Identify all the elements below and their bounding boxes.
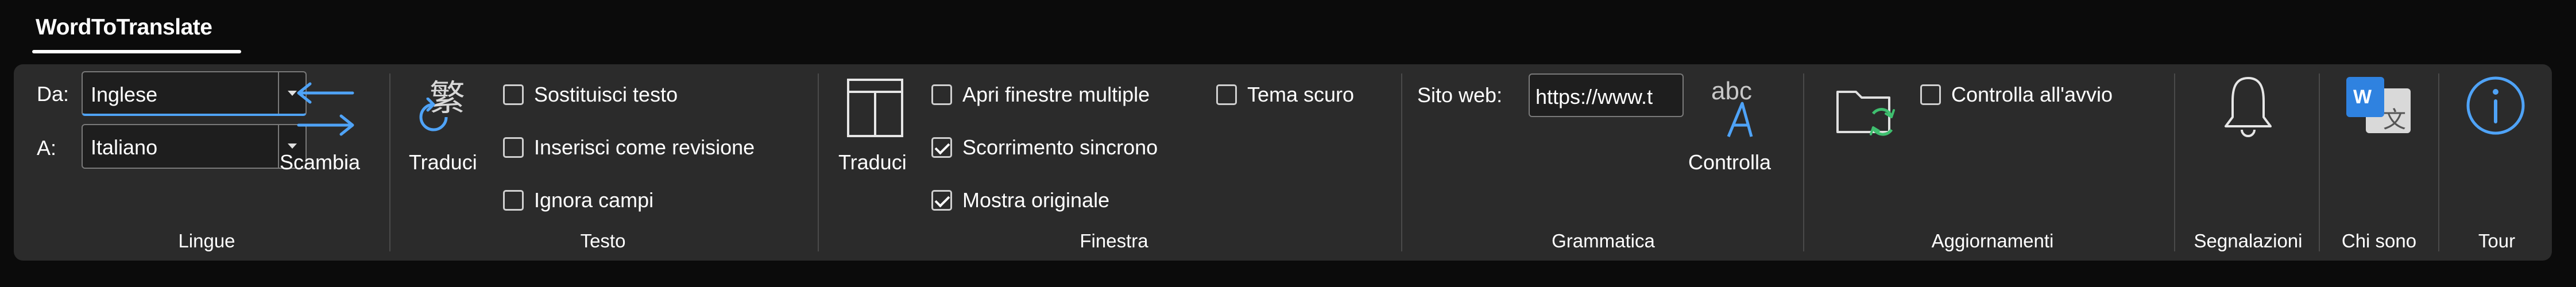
option-controlla-avvio[interactable]: Controlla all'avvio (1920, 83, 2113, 107)
group-label-testo: Testo (580, 230, 626, 251)
option-tema-scuro[interactable]: Tema scuro (1216, 83, 1354, 107)
ribbon-tab-wordtotranslate[interactable]: WordToTranslate (36, 15, 212, 40)
group-separator (818, 73, 819, 251)
window-split-icon[interactable] (846, 78, 904, 138)
chinese-translate-icon[interactable]: 繁 (413, 69, 488, 138)
inserisci-revisione-label: Inserisci come revisione (534, 135, 755, 159)
ignora-campi-label: Ignora campi (534, 188, 654, 212)
from-language-select[interactable]: Inglese (82, 71, 307, 116)
group-label-lingue: Lingue (178, 230, 235, 251)
to-language-select[interactable]: Italiano (82, 124, 307, 169)
tab-active-indicator (32, 50, 241, 53)
to-language-label: A: (37, 136, 57, 160)
abc-grammar-icon[interactable]: abc (1711, 73, 1769, 142)
group-separator (1401, 73, 1402, 251)
grammar-check-button[interactable]: Controlla (1688, 150, 1771, 174)
option-mostra-originale[interactable]: Mostra originale (931, 188, 1109, 212)
bell-icon[interactable] (2222, 72, 2274, 139)
scorrimento-sincrono-checkbox[interactable] (931, 137, 952, 158)
apri-finestre-label: Apri finestre multiple (962, 83, 1150, 106)
mostra-originale-label: Mostra originale (962, 188, 1110, 212)
option-inserisci-revisione[interactable]: Inserisci come revisione (503, 135, 755, 160)
swap-button[interactable]: Scambia (280, 150, 360, 174)
sostituisci-testo-checkbox[interactable] (503, 84, 524, 105)
group-label-finestra: Finestra (1080, 230, 1148, 251)
site-url-value: https://www.t (1535, 85, 1653, 108)
controlla-avvio-label: Controlla all'avvio (1951, 83, 2113, 106)
group-separator (2174, 73, 2175, 251)
folder-refresh-icon[interactable] (1835, 80, 1898, 140)
group-separator (389, 73, 390, 251)
group-separator (2319, 73, 2320, 251)
info-circle-icon[interactable] (2465, 75, 2527, 137)
from-language-label: Da: (37, 82, 69, 106)
inserisci-revisione-checkbox[interactable] (503, 137, 524, 158)
group-separator (2438, 73, 2439, 251)
ignora-campi-checkbox[interactable] (503, 190, 524, 211)
swap-arrows-icon[interactable] (294, 80, 357, 138)
option-apri-finestre-multiple[interactable]: Apri finestre multiple (931, 83, 1150, 107)
from-language-value: Inglese (91, 83, 158, 106)
logo-letter: W (2353, 86, 2372, 108)
tema-scuro-checkbox[interactable] (1216, 84, 1237, 105)
group-label-tour[interactable]: Tour (2446, 230, 2547, 252)
option-ignora-campi[interactable]: Ignora campi (503, 188, 653, 212)
site-url-input[interactable]: https://www.t (1529, 73, 1684, 117)
translate-window-button[interactable]: Traduci (838, 150, 907, 174)
mostra-originale-checkbox[interactable] (931, 190, 952, 211)
translate-text-button[interactable]: Traduci (409, 150, 477, 174)
sostituisci-testo-label: Sostituisci testo (534, 83, 678, 106)
option-scorrimento-sincrono[interactable]: Scorrimento sincrono (931, 135, 1158, 160)
word-translate-logo-icon[interactable]: 文 W (2346, 71, 2414, 141)
group-label-grammatica: Grammatica (1552, 230, 1655, 251)
scorrimento-sincrono-label: Scorrimento sincrono (962, 135, 1158, 159)
controlla-avvio-checkbox[interactable] (1920, 84, 1941, 105)
group-separator (1803, 73, 1804, 251)
tema-scuro-label: Tema scuro (1247, 83, 1355, 106)
option-sostituisci-testo[interactable]: Sostituisci testo (503, 83, 678, 107)
apri-finestre-checkbox[interactable] (931, 84, 952, 105)
group-label-chi-sono[interactable]: Chi sono (2323, 230, 2435, 252)
to-language-value: Italiano (91, 135, 158, 159)
site-label: Sito web: (1417, 83, 1503, 107)
group-label-aggiornamenti: Aggiornamenti (1931, 230, 2054, 251)
group-label-segnalazioni[interactable]: Segnalazioni (2177, 230, 2319, 252)
